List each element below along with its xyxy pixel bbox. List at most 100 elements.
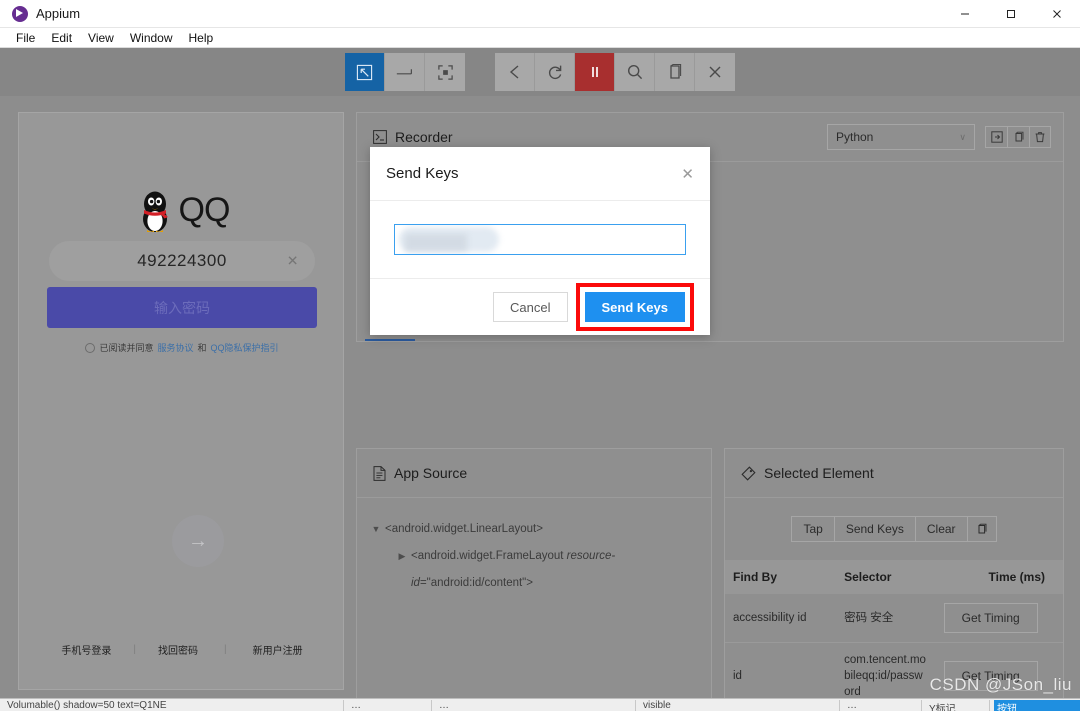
language-select[interactable]: Python ∨	[827, 124, 975, 150]
clear-actions-icon[interactable]	[1029, 126, 1051, 148]
dialog-body	[370, 201, 710, 279]
qq-brand: QQ	[19, 186, 343, 234]
qq-password-button[interactable]: 输入密码	[47, 287, 317, 328]
app-source-title: App Source	[394, 465, 468, 481]
qq-account-value: 492224300	[137, 251, 227, 270]
background-bottom-strip: Volumable() shadow=50 text=Q1NE … … visi…	[0, 698, 1080, 711]
bottom-strip-cell: visible	[640, 700, 840, 711]
inspector-toolbar	[0, 48, 1080, 96]
terms-and: 和	[197, 343, 207, 353]
send-keys-dialog: Send Keys ✕ Cancel Send Keys	[370, 147, 710, 335]
send-keys-submit-button[interactable]: Send Keys	[584, 292, 685, 322]
recorder-actions: Python ∨	[827, 124, 1051, 150]
terminal-icon	[373, 130, 387, 144]
app-source-header: App Source	[357, 449, 711, 498]
terms-radio[interactable]	[85, 342, 96, 353]
tap-button[interactable]: Tap	[791, 516, 834, 542]
bottom-strip-cell: Y标记	[926, 700, 990, 711]
source-tree: ▼ <android.widget.LinearLayout> ▶ <andro…	[357, 498, 711, 597]
cell-find-by: accessibility id	[725, 594, 837, 643]
copy-icon[interactable]	[655, 53, 695, 91]
refresh-icon[interactable]	[535, 53, 575, 91]
bottom-strip-text: Volumable() shadow=50 text=Q1NE	[4, 700, 344, 711]
close-button[interactable]	[1034, 0, 1080, 28]
bottom-strip-cell: …	[436, 700, 636, 711]
selected-element-header: Selected Element	[725, 449, 1063, 498]
chevron-down-icon: ∨	[959, 131, 966, 142]
device-screen-panel[interactable]: QQ 492224300 ✕ 输入密码 已阅读并同意 服务协议和 QQ隐私保护指引 …	[18, 112, 344, 690]
cancel-button[interactable]: Cancel	[493, 292, 568, 322]
menu-view[interactable]: View	[80, 28, 122, 48]
cell-time: Get Timing	[935, 594, 1063, 643]
close-icon[interactable]: ✕	[681, 165, 694, 183]
select-element-icon[interactable]	[345, 53, 385, 91]
copy-code-icon[interactable]	[1007, 126, 1029, 148]
search-icon[interactable]	[615, 53, 655, 91]
redacted-value-overlay	[405, 234, 467, 251]
chevron-down-icon[interactable]: ▼	[367, 516, 385, 543]
pause-recording-icon[interactable]	[575, 53, 615, 91]
qq-terms-row: 已阅读并同意 服务协议和 QQ隐私保护指引	[19, 341, 343, 354]
send-keys-highlight-box: Send Keys	[575, 283, 694, 331]
tag-icon	[741, 465, 756, 481]
th-time: Time (ms)	[935, 560, 1063, 594]
footer-link-register[interactable]: 新用户注册	[253, 642, 303, 657]
copy-attributes-icon[interactable]	[966, 516, 997, 542]
menu-help[interactable]: Help	[181, 28, 222, 48]
watermark: CSDN @JSon_liu	[929, 675, 1072, 694]
footer-sep-2: |	[224, 644, 227, 655]
tree-node-label: <android.widget.FrameLayout resource-id=…	[411, 550, 616, 589]
app-source-panel: App Source ▼ <android.widget.LinearLayou…	[356, 448, 712, 711]
qq-submit-arrow-icon[interactable]: →	[172, 515, 224, 567]
send-keys-button[interactable]: Send Keys	[833, 516, 915, 542]
clear-button[interactable]: Clear	[914, 516, 967, 542]
clear-x-icon[interactable]: ✕	[287, 253, 299, 270]
back-icon[interactable]	[495, 53, 535, 91]
footer-link-find-password[interactable]: 找回密码	[158, 642, 198, 657]
th-find-by: Find By	[725, 560, 837, 594]
menu-bar: File Edit View Window Help	[0, 28, 1080, 48]
footer-link-phone-login[interactable]: 手机号登录	[61, 642, 111, 657]
cell-selector: 密码 安全	[836, 594, 936, 643]
menu-window[interactable]: Window	[122, 28, 181, 48]
language-select-value: Python	[836, 130, 874, 144]
menu-file[interactable]: File	[8, 28, 43, 48]
recorder-icon-buttons	[985, 126, 1051, 148]
menu-edit[interactable]: Edit	[43, 28, 80, 48]
tree-node[interactable]: ▼ <android.widget.LinearLayout>	[367, 516, 701, 543]
footer-sep-1: |	[133, 644, 136, 655]
swipe-by-coordinates-icon[interactable]	[385, 53, 425, 91]
tree-node[interactable]: ▶ <android.widget.FrameLayout resource-i…	[367, 543, 701, 597]
bottom-strip-cell: 按钮	[994, 700, 1080, 711]
table-row: accessibility id 密码 安全 Get Timing	[725, 594, 1063, 643]
dialog-title: Send Keys	[386, 165, 459, 182]
qq-wordmark: QQ	[178, 190, 231, 229]
window-controls	[942, 0, 1080, 28]
maximize-button[interactable]	[988, 0, 1034, 28]
toolbar-right-group	[495, 53, 735, 91]
send-keys-input[interactable]	[394, 224, 686, 255]
file-icon	[373, 465, 386, 481]
chevron-right-icon[interactable]: ▶	[393, 543, 411, 570]
appium-inspector-window: \u2261 : \u2261 Appium File Edit View Wi…	[0, 0, 1080, 711]
tree-node-label: <android.widget.LinearLayout>	[385, 523, 543, 535]
window-title: Appium	[36, 6, 81, 21]
qq-penguin-icon	[135, 186, 175, 234]
get-timing-button[interactable]: Get Timing	[943, 603, 1038, 633]
title-bar: Appium	[0, 0, 1080, 28]
th-selector: Selector	[836, 560, 936, 594]
terms-link-privacy[interactable]: QQ隐私保护指引	[211, 341, 279, 354]
bottom-strip-cell: …	[844, 700, 922, 711]
terms-prefix: 已阅读并同意	[99, 343, 154, 353]
quit-session-icon[interactable]	[695, 53, 735, 91]
qq-footer-links: 手机号登录 | 找回密码 | 新用户注册	[19, 642, 343, 657]
minimize-button[interactable]	[942, 0, 988, 28]
qq-account-field[interactable]: 492224300 ✕	[49, 241, 315, 281]
dialog-footer: Cancel Send Keys	[370, 279, 710, 335]
terms-link-service[interactable]: 服务协议	[157, 341, 193, 354]
show-boilerplate-icon[interactable]	[985, 126, 1007, 148]
dialog-header: Send Keys ✕	[370, 147, 710, 201]
selected-element-panel: Selected Element Tap Send Keys Clear Fin…	[724, 448, 1064, 711]
tap-by-coordinates-icon[interactable]	[425, 53, 465, 91]
recorder-title: Recorder	[395, 129, 453, 145]
